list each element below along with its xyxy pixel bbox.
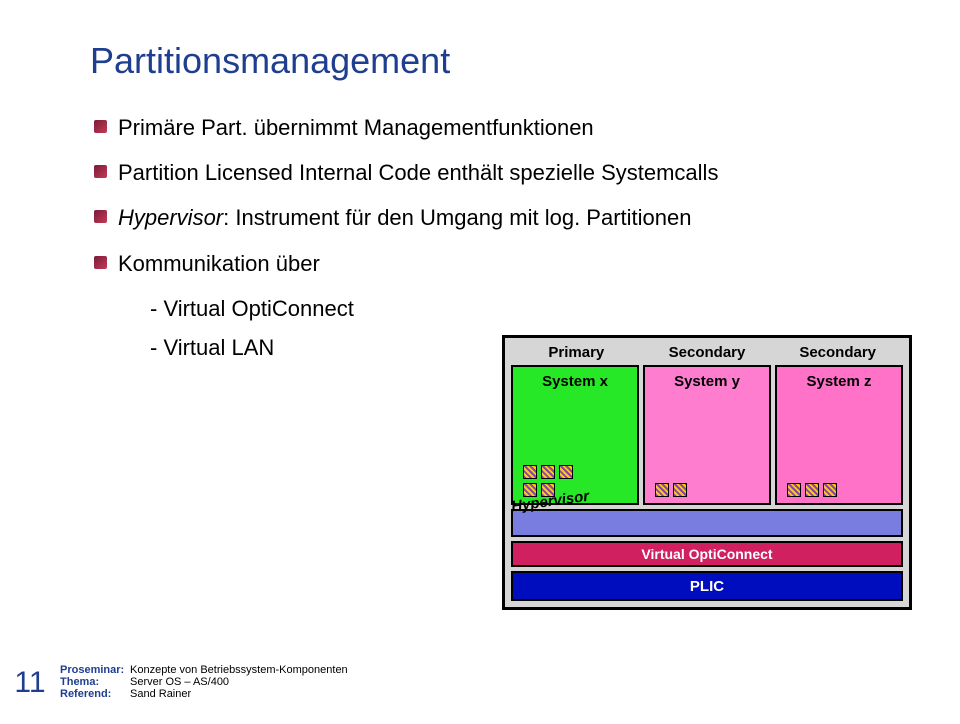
resource-boxes	[787, 483, 849, 497]
diagram-system-x: System x	[511, 365, 639, 505]
diagram-system-x-label: System x	[542, 373, 608, 390]
diagram-hypervisor-layer: Hypervisor	[511, 509, 903, 537]
resource-icon	[673, 483, 687, 497]
footer-key-proseminar: Proseminar:	[60, 664, 130, 676]
slide-footer: 11 Proseminar: Konzepte von Betriebssyst…	[0, 664, 960, 700]
bullet-text: Primäre Part.	[118, 115, 254, 140]
bullet-text-italic: Hypervisor	[118, 205, 223, 230]
resource-icon	[523, 465, 537, 479]
content-area: Primäre Part. übernimmt Managementfunkti…	[90, 110, 910, 365]
footer-val-proseminar: Konzepte von Betriebssystem-Komponenten	[130, 664, 348, 676]
resource-icon	[559, 465, 573, 479]
diagram-opticonnect-layer: Virtual OptiConnect	[511, 541, 903, 567]
footer-key-thema: Thema:	[60, 676, 130, 688]
diagram-header-secondary-2: Secondary	[772, 342, 903, 363]
bullet-primary-partition: Primäre Part. übernimmt Managementfunkti…	[90, 110, 910, 145]
diagram-system-y-label: System y	[674, 373, 740, 390]
page-number: 11	[0, 666, 60, 700]
diagram-system-z-label: System z	[806, 373, 871, 390]
diagram-plic-layer: PLIC	[511, 571, 903, 601]
bullet-text: Partition Licensed Internal Code	[118, 160, 437, 185]
diagram-header-secondary-1: Secondary	[642, 342, 773, 363]
bullet-hypervisor: Hypervisor: Instrument für den Umgang mi…	[90, 200, 910, 235]
resource-icon	[541, 465, 555, 479]
resource-icon	[655, 483, 669, 497]
bullet-text: Kommunikation über	[118, 251, 320, 276]
partition-diagram: Primary Secondary Secondary System x Sys…	[502, 335, 912, 610]
bullet-text-extra: übernimmt Managementfunktionen	[254, 115, 594, 140]
footer-key-referend: Referend:	[60, 688, 130, 700]
resource-icon	[787, 483, 801, 497]
diagram-system-y: System y	[643, 365, 771, 505]
sub-item-opticonnect: - Virtual OptiConnect	[150, 291, 910, 326]
resource-boxes	[655, 483, 717, 497]
footer-val-thema: Server OS – AS/400	[130, 676, 229, 688]
bullet-text-extra: enthält spezielle Systemcalls	[437, 160, 718, 185]
resource-icon	[805, 483, 819, 497]
bullet-text-rest: : Instrument für den Umgang mit log. Par…	[223, 205, 691, 230]
resource-icon	[823, 483, 837, 497]
footer-info: Proseminar: Konzepte von Betriebssystem-…	[60, 664, 348, 700]
bullet-communication: Kommunikation über	[90, 246, 910, 281]
diagram-header-primary: Primary	[511, 342, 642, 363]
bullet-plic: Partition Licensed Internal Code enthält…	[90, 155, 910, 190]
footer-val-referend: Sand Rainer	[130, 688, 191, 700]
slide-title: Partitionsmanagement	[90, 40, 910, 82]
diagram-system-z: System z	[775, 365, 903, 505]
